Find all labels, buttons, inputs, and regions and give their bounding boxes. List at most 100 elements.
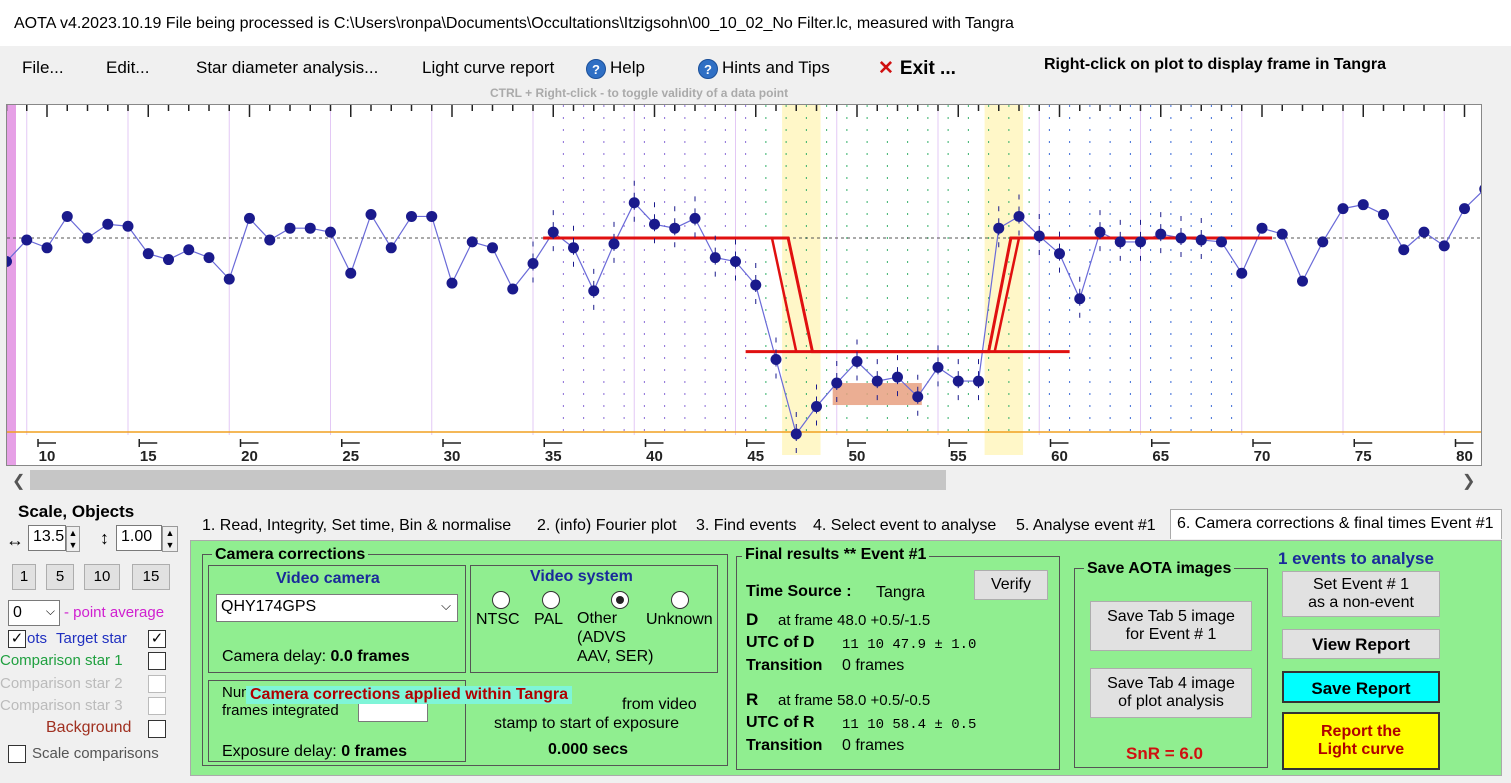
save-tab5-button[interactable]: Save Tab 5 image for Event # 1	[1090, 601, 1252, 651]
num-frames-input[interactable]	[358, 702, 428, 722]
tab-analyse-event[interactable]: 5. Analyse event #1	[1010, 512, 1162, 540]
tab-camera-corrections[interactable]: 6. Camera corrections & final times Even…	[1170, 509, 1502, 539]
tab-read-integrity[interactable]: 1. Read, Integrity, Set time, Bin & norm…	[196, 512, 517, 540]
scale-5-button[interactable]: 5	[46, 564, 74, 590]
chevron-down-icon: ⌵	[45, 604, 55, 618]
data-point	[426, 210, 438, 222]
events-to-analyse: 1 events to analyse	[1278, 549, 1434, 568]
scale-comparisons-label: Scale comparisons	[32, 745, 159, 762]
data-point	[1357, 199, 1369, 211]
data-point	[1094, 226, 1106, 238]
data-point	[345, 267, 357, 279]
scale-y-input[interactable]: 1.00	[116, 525, 162, 551]
scale-comparisons-checkbox[interactable]	[8, 745, 26, 763]
point-average-select[interactable]: 0 ⌵	[8, 600, 60, 626]
ctrl-click-note: CTRL + Right-click - to toggle validity …	[490, 86, 789, 100]
data-point	[993, 222, 1005, 234]
data-point	[406, 210, 417, 222]
utc-d-label: UTC of D	[746, 634, 815, 651]
chevron-down-icon: ⌵	[441, 598, 451, 613]
unknown-radio[interactable]	[671, 591, 689, 609]
data-point	[385, 242, 397, 254]
scale-10-button[interactable]: 10	[84, 564, 120, 590]
target-star-checkbox[interactable]: ✓	[148, 630, 166, 648]
comparison1-checkbox[interactable]	[148, 652, 166, 670]
pal-radio[interactable]	[542, 591, 560, 609]
data-point	[628, 197, 640, 209]
light-curve-svg[interactable]: 10 15 20 25 30 35 40 45 50 55 60 65 70 75 80	[1, 105, 1491, 465]
time-source-value: Tangra	[876, 584, 925, 601]
transition-r-label: Transition	[746, 737, 823, 754]
menu-exit-label: Exit ...	[899, 58, 956, 79]
menu-edit[interactable]: Edit...	[106, 58, 149, 78]
scale-x-input[interactable]: 13.5	[28, 525, 66, 551]
menu-hints[interactable]: ? Hints and Tips	[698, 58, 830, 79]
x-tick-label: 40	[646, 448, 663, 465]
light-curve-plot[interactable]: 10 15 20 25 30 35 40 45 50 55 60 65 70 75 80	[1, 104, 1491, 466]
tab-find-events[interactable]: 3. Find events	[690, 512, 803, 540]
video-camera-title: Video camera	[276, 570, 380, 587]
camera-select[interactable]: QHY174GPS ⌵	[216, 594, 458, 622]
x-tick-label: 35	[545, 448, 562, 465]
menu-help[interactable]: ? Help	[586, 58, 645, 79]
data-point	[871, 375, 883, 387]
x-tick-label: 20	[241, 448, 258, 465]
data-point	[831, 377, 843, 389]
camera-corrections-title: Camera corrections	[212, 546, 369, 564]
scale-y-spinner[interactable]: ▲ ▼	[162, 526, 178, 552]
report-light-curve-button[interactable]: Report the Light curve	[1282, 712, 1440, 770]
menu-light-curve-report[interactable]: Light curve report	[422, 58, 554, 78]
save-report-button[interactable]: Save Report	[1282, 671, 1440, 703]
help-icon: ?	[586, 58, 606, 79]
dots-checkbox[interactable]: ✓	[8, 630, 26, 648]
camera-delay: Camera delay: 0.0 frames	[222, 648, 410, 666]
plot-scrollbar-thumb[interactable]	[30, 470, 946, 490]
data-point	[82, 232, 93, 244]
close-icon: ✕	[878, 58, 894, 79]
scale-15-button[interactable]: 15	[132, 564, 170, 590]
data-point	[568, 242, 579, 254]
data-point	[1398, 244, 1410, 256]
help-icon: ?	[698, 58, 718, 79]
menu-bar: File... Edit... Star diameter analysis..…	[0, 46, 1511, 102]
chevron-left-icon[interactable]: ❮	[12, 471, 25, 491]
data-point	[507, 283, 519, 295]
save-tab4-button[interactable]: Save Tab 4 image of plot analysis	[1090, 668, 1252, 718]
menu-help-label: Help	[610, 58, 645, 77]
other-radio[interactable]	[611, 591, 629, 609]
menu-star-diameter[interactable]: Star diameter analysis...	[196, 58, 378, 78]
scale-1-button[interactable]: 1	[12, 564, 36, 590]
x-tick-label: 65	[1152, 448, 1169, 465]
menu-file[interactable]: File...	[22, 58, 64, 78]
camera-delay-value: 0.0 frames	[330, 648, 410, 665]
data-point	[608, 238, 620, 250]
dots-label: ots	[27, 630, 48, 647]
data-point	[973, 375, 984, 387]
comparison3-label: Comparison star 3	[0, 697, 123, 714]
data-point	[811, 401, 822, 413]
tab-select-event[interactable]: 4. Select event to analyse	[807, 512, 1002, 540]
data-point	[41, 242, 53, 254]
data-point	[1438, 240, 1450, 252]
tab-fourier[interactable]: 2. (info) Fourier plot	[531, 512, 683, 540]
data-point	[1276, 228, 1288, 240]
data-point	[1297, 275, 1308, 287]
menu-exit[interactable]: ✕ Exit ...	[878, 57, 956, 80]
data-point	[446, 277, 458, 289]
exposure-delay-label: Exposure delay:	[222, 743, 342, 760]
background-checkbox[interactable]	[148, 720, 166, 738]
data-point	[1074, 293, 1086, 305]
set-non-event-button[interactable]: Set Event # 1 as a non-event	[1282, 571, 1440, 617]
data-point	[284, 222, 296, 234]
data-point	[750, 279, 762, 291]
ntsc-radio[interactable]	[492, 591, 510, 609]
ntsc-label: NTSC	[476, 611, 520, 628]
chevron-right-icon[interactable]: ❯	[1462, 471, 1475, 491]
data-point	[1054, 248, 1065, 260]
verify-button[interactable]: Verify	[974, 570, 1048, 600]
view-report-button[interactable]: View Report	[1282, 629, 1440, 659]
data-point	[709, 252, 721, 264]
data-point	[770, 354, 782, 366]
comparison2-checkbox	[148, 675, 166, 693]
scale-x-spinner[interactable]: ▲ ▼	[66, 526, 80, 552]
